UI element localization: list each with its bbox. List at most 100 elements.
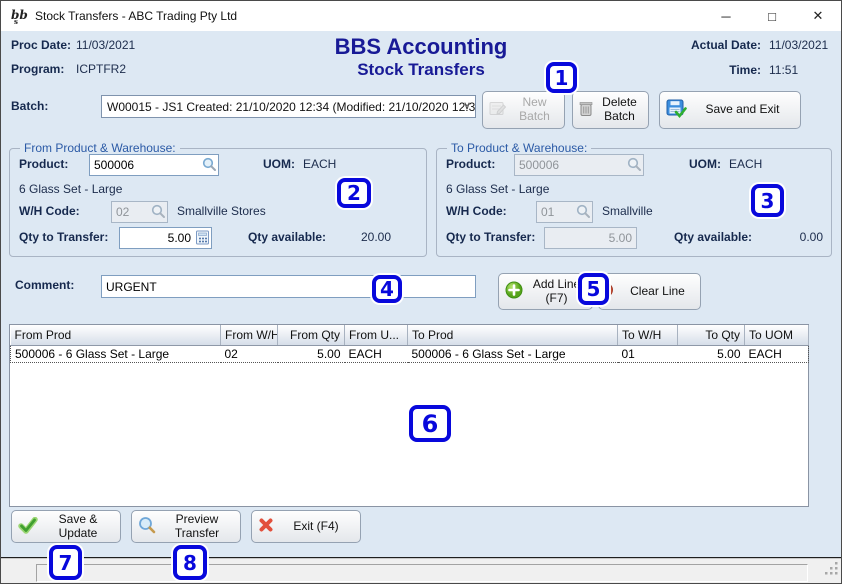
to-uom-value: EACH	[729, 157, 762, 171]
comment-input[interactable]	[101, 275, 476, 298]
proc-date-label: Proc Date:	[11, 38, 71, 52]
col-to-wh: To W/H	[618, 325, 678, 345]
from-wh-name: Smallville Stores	[177, 204, 266, 218]
to-qty-field-wrap	[544, 227, 637, 249]
cell-to-uom: EACH	[745, 345, 809, 362]
new-batch-button: New Batch	[482, 91, 565, 129]
save-update-label: Save & Update	[42, 513, 114, 541]
status-panel	[36, 564, 808, 582]
annotation-2: 2	[337, 178, 371, 208]
from-product-field-wrap	[89, 154, 219, 176]
calculator-icon[interactable]	[195, 230, 210, 245]
annotation-5: 5	[578, 273, 609, 305]
clear-line-button[interactable]: Clear Line	[598, 273, 701, 310]
proc-date-value: 11/03/2021	[76, 38, 135, 52]
save-update-button[interactable]: Save & Update	[11, 510, 121, 543]
green-plus-circle-icon	[505, 281, 523, 302]
to-qty-label: Qty to Transfer:	[446, 230, 535, 244]
window-title: Stock Transfers - ABC Trading Pty Ltd	[35, 9, 237, 23]
resize-grip[interactable]	[825, 562, 839, 581]
table-header-row: From Prod From W/H From Qty From U... To…	[11, 325, 809, 345]
maximize-button[interactable]: □	[749, 1, 795, 31]
col-from-qty: From Qty	[278, 325, 345, 345]
trash-can-icon	[579, 100, 593, 120]
cell-to-wh: 01	[618, 345, 678, 362]
delete-batch-button[interactable]: Delete Batch	[572, 91, 649, 129]
green-check-icon	[18, 517, 38, 537]
red-x-icon	[258, 517, 274, 536]
cell-from-qty: 5.00	[278, 345, 345, 362]
cell-from-prod: 500006 - 6 Glass Set - Large	[11, 345, 221, 362]
status-bar	[1, 558, 842, 584]
save-and-exit-button[interactable]: Save and Exit	[659, 91, 801, 129]
comment-label: Comment:	[15, 278, 74, 292]
annotation-6: 6	[409, 405, 451, 442]
batch-dropdown[interactable]: W00015 - JS1 Created: 21/10/2020 12:34 (…	[101, 95, 476, 118]
program-value: ICPTFR2	[76, 62, 126, 76]
search-icon[interactable]	[576, 204, 591, 219]
to-product-description: 6 Glass Set - Large	[446, 182, 549, 196]
col-to-qty: To Qty	[678, 325, 745, 345]
cell-from-uom: EACH	[345, 345, 408, 362]
actual-date-value: 11/03/2021	[769, 38, 828, 52]
notepad-pen-icon	[489, 100, 507, 120]
col-from-uom: From U...	[345, 325, 408, 345]
from-qty-label: Qty to Transfer:	[19, 230, 108, 244]
batch-dropdown-value: W00015 - JS1 Created: 21/10/2020 12:34 (…	[107, 100, 476, 114]
svg-text:s: s	[14, 17, 18, 25]
new-batch-label: New Batch	[511, 96, 558, 124]
to-product-field-wrap	[514, 154, 644, 176]
col-from-wh: From W/H	[221, 325, 278, 345]
to-product-label: Product:	[446, 157, 495, 171]
cell-from-wh: 02	[221, 345, 278, 362]
from-uom-label: UOM:	[263, 157, 295, 171]
save-and-exit-label: Save and Exit	[691, 103, 794, 117]
col-to-prod: To Prod	[408, 325, 618, 345]
from-group-legend: From Product & Warehouse:	[20, 141, 180, 155]
annotation-3: 3	[751, 184, 784, 217]
magnifier-icon	[138, 516, 156, 537]
to-wh-code-field-wrap	[536, 201, 593, 223]
search-icon[interactable]	[202, 157, 217, 172]
to-qty-input	[544, 227, 637, 249]
floppy-check-icon	[666, 99, 687, 121]
actual-date-label: Actual Date:	[661, 38, 761, 52]
to-wh-code-label: W/H Code:	[446, 204, 507, 218]
from-product-label: Product:	[19, 157, 68, 171]
clear-line-label: Clear Line	[621, 285, 694, 299]
program-label: Program:	[11, 62, 64, 76]
search-icon[interactable]	[151, 204, 166, 219]
annotation-7: 7	[49, 545, 82, 580]
exit-label: Exit (F4)	[278, 520, 354, 534]
app-title: BBS Accounting	[241, 34, 601, 60]
preview-transfer-button[interactable]: Preview Transfer	[131, 510, 241, 543]
from-product-description: 6 Glass Set - Large	[19, 182, 122, 196]
minimize-button[interactable]: ─	[703, 1, 749, 31]
app-window: bb s Stock Transfers - ABC Trading Pty L…	[0, 0, 842, 584]
to-wh-name: Smallville	[602, 204, 653, 218]
col-to-uom: To UOM	[745, 325, 809, 345]
to-qty-available-value: 0.00	[763, 230, 823, 244]
close-button[interactable]: ✕	[795, 1, 841, 31]
annotation-4: 4	[372, 275, 402, 303]
table-row[interactable]: 500006 - 6 Glass Set - Large 02 5.00 EAC…	[11, 345, 809, 362]
search-icon[interactable]	[627, 157, 642, 172]
time-label: Time:	[661, 63, 761, 77]
from-qty-available-value: 20.00	[331, 230, 391, 244]
chevron-down-icon: ∨	[463, 99, 471, 112]
app-logo-icon: bb s	[10, 7, 28, 25]
batch-label: Batch:	[11, 99, 48, 113]
from-product-input[interactable]	[89, 154, 219, 176]
preview-transfer-label: Preview Transfer	[160, 513, 234, 541]
from-uom-value: EACH	[303, 157, 336, 171]
time-value: 11:51	[769, 63, 798, 77]
from-wh-code-field-wrap	[111, 201, 168, 223]
cell-to-prod: 500006 - 6 Glass Set - Large	[408, 345, 618, 362]
to-qty-available-label: Qty available:	[674, 230, 752, 244]
cell-to-qty: 5.00	[678, 345, 745, 362]
from-wh-code-label: W/H Code:	[19, 204, 80, 218]
delete-batch-label: Delete Batch	[597, 96, 642, 124]
exit-button[interactable]: Exit (F4)	[251, 510, 361, 543]
from-qty-field-wrap	[119, 227, 212, 249]
comment-field-wrap	[101, 275, 476, 298]
